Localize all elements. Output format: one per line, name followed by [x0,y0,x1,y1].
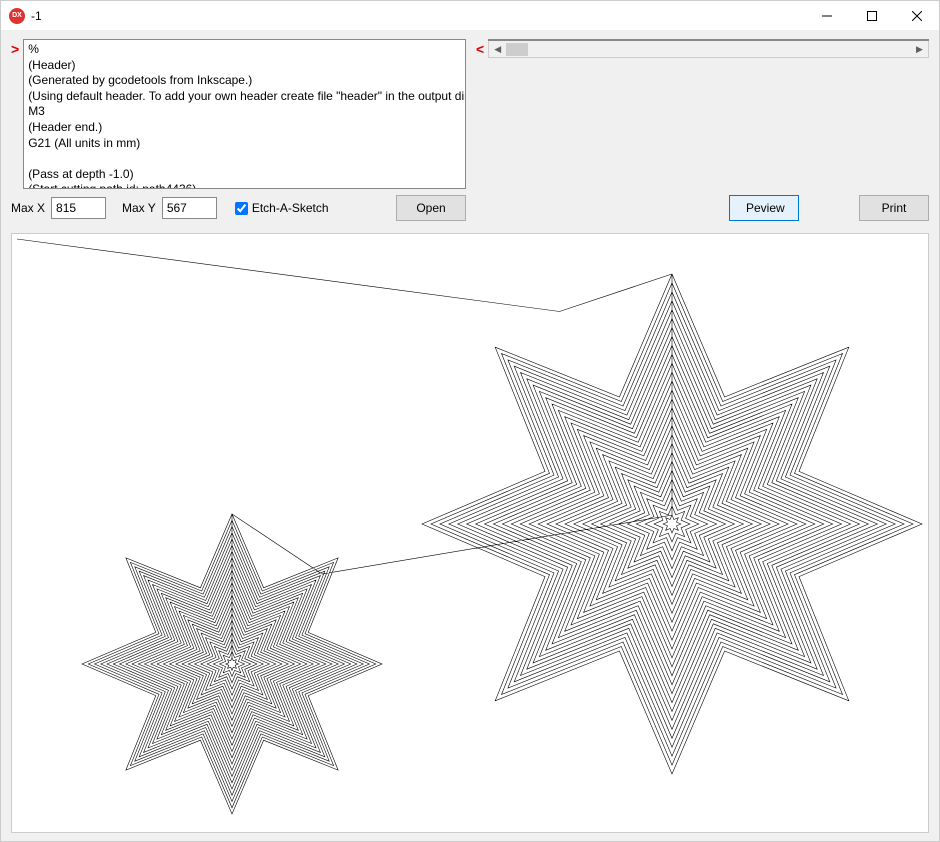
gcode-row: > [11,39,466,189]
gcode-textarea[interactable] [23,39,466,189]
titlebar: DX -1 [1,1,939,31]
max-y-input[interactable] [162,197,217,219]
close-button[interactable] [894,1,939,31]
window-title: -1 [31,9,42,23]
etch-label: Etch-A-Sketch [252,201,329,215]
left-controls: Max X Max Y Etch-A-Sketch Open [11,195,466,221]
window-controls [804,1,939,31]
right-controls: Peview Print [476,195,929,221]
scroll-thumb[interactable] [506,43,528,56]
preview-canvas [11,233,929,833]
etch-checkbox-wrap[interactable]: Etch-A-Sketch [235,201,329,215]
right-marker: < [476,41,484,57]
close-icon [912,11,922,21]
max-x-label: Max X [11,201,45,215]
minimize-button[interactable] [804,1,849,31]
scroll-right-icon[interactable]: ▶ [911,42,928,57]
app-icon: DX [9,8,25,24]
max-y-label: Max Y [122,201,156,215]
minimize-icon [822,11,832,21]
path-drawing [12,234,929,833]
left-panel: > Max X Max Y Etch-A-Sketch Open [11,39,466,221]
left-marker: > [11,41,19,57]
max-x-input[interactable] [51,197,106,219]
right-panel: < ◀ ▶ Peview Print [476,39,929,221]
top-panels: > Max X Max Y Etch-A-Sketch Open [11,39,929,221]
output-row: < ◀ ▶ [476,39,929,189]
preview-button[interactable]: Peview [729,195,799,221]
maximize-icon [867,11,877,21]
print-button[interactable]: Print [859,195,929,221]
content-area: > Max X Max Y Etch-A-Sketch Open [1,31,939,841]
app-window: DX -1 > Max X Ma [0,0,940,842]
maximize-button[interactable] [849,1,894,31]
scroll-left-icon[interactable]: ◀ [489,42,506,57]
open-button[interactable]: Open [396,195,466,221]
etch-checkbox[interactable] [235,202,248,215]
output-hscroll[interactable]: ◀ ▶ [488,41,929,58]
